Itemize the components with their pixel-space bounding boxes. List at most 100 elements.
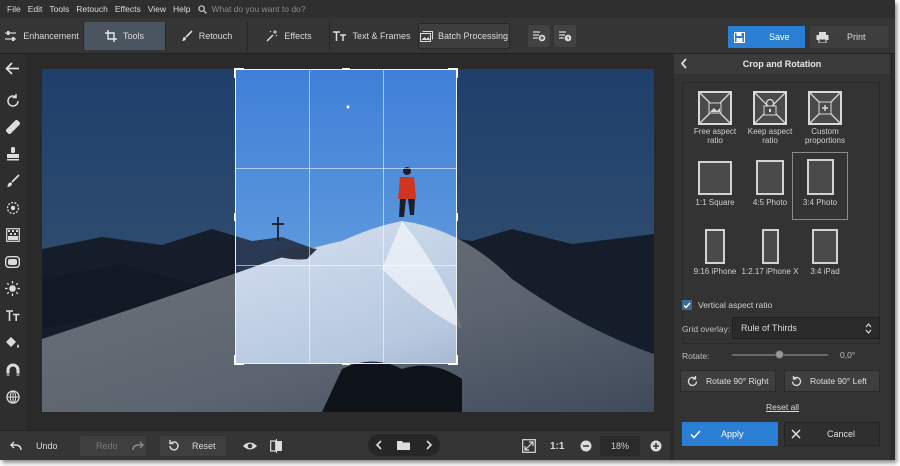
rotate-left-button[interactable]: Rotate 90° Left (784, 370, 880, 392)
edge-handle[interactable] (456, 213, 458, 221)
checkbox[interactable] (682, 300, 692, 310)
ratio-1-2.17[interactable]: 1:2.17 iPhone X (740, 229, 800, 276)
rotate-value: 0,0° (840, 350, 856, 360)
chevron-left-icon[interactable] (680, 58, 688, 69)
menu-tools[interactable]: Tools (49, 4, 69, 14)
ratio-custom[interactable]: Custom proportions (795, 91, 855, 145)
menu-edit[interactable]: Edit (28, 4, 43, 14)
corner-handle[interactable] (234, 355, 236, 365)
zoom-out-button[interactable] (580, 436, 594, 456)
print-label: Print (847, 32, 866, 42)
image-navigator (368, 434, 440, 456)
undo-button[interactable]: Undo (10, 436, 70, 456)
brush-icon[interactable] (4, 172, 21, 189)
rotate-right-icon (687, 375, 698, 386)
brush-icon (181, 30, 193, 41)
light-icon[interactable] (4, 280, 21, 297)
reset-button[interactable]: Reset (160, 436, 226, 456)
main-toolbar: Enhancement Tools Retouch Effects Text &… (0, 18, 895, 54)
slider-knob[interactable] (775, 350, 784, 359)
apply-button[interactable]: Apply (682, 422, 778, 446)
portrait-shape (812, 229, 838, 264)
batch-processing-button[interactable]: Batch Processing (418, 23, 510, 49)
edge-handle[interactable] (342, 363, 350, 365)
folder-icon[interactable] (397, 440, 411, 450)
preview-button[interactable] (242, 436, 260, 456)
layers-plus-icon (533, 31, 546, 42)
edge-handle[interactable] (342, 68, 350, 70)
stamp-icon[interactable] (4, 145, 21, 162)
vertical-aspect-checkbox[interactable]: Vertical aspect ratio (682, 300, 772, 310)
corner-handle[interactable] (234, 68, 236, 78)
vignette-icon[interactable] (4, 253, 21, 270)
grid-line (382, 70, 384, 363)
ratio-label: 9:16 iPhone (693, 267, 737, 276)
magnet-icon[interactable] (4, 361, 21, 378)
ratio-free[interactable]: Free aspect ratio (685, 91, 745, 145)
back-arrow-icon[interactable] (4, 60, 21, 77)
cancel-label: Cancel (827, 429, 856, 439)
zoom-in-button[interactable] (650, 436, 664, 456)
text-icon[interactable] (4, 307, 21, 324)
gradient-icon[interactable] (4, 226, 21, 243)
ratio-keep[interactable]: Keep aspect ratio (740, 91, 800, 145)
ratio-4-5[interactable]: 4:5 Photo (740, 159, 800, 207)
app-window: File Edit Tools Retouch Effects View Hel… (0, 0, 895, 460)
menu-file[interactable]: File (7, 4, 21, 14)
globe-icon[interactable] (4, 388, 21, 405)
reset-all-link[interactable]: Reset all (766, 402, 799, 412)
healing-icon[interactable] (4, 118, 21, 135)
rotate-left-icon (791, 375, 802, 386)
fit-screen-button[interactable] (522, 436, 538, 456)
menu-help[interactable]: Help (173, 4, 190, 14)
updown-arrows-icon (865, 323, 872, 334)
tab-retouch[interactable]: Retouch (166, 22, 248, 50)
free-aspect-icon (698, 91, 732, 125)
ratio-3-4-photo[interactable]: 3:4 Photo (792, 152, 848, 220)
actual-size-button[interactable]: 1:1 (550, 436, 570, 456)
menu-effects[interactable]: Effects (115, 4, 141, 14)
cancel-button[interactable]: Cancel (784, 422, 880, 446)
radial-icon[interactable] (4, 199, 21, 216)
grid-line (236, 265, 456, 267)
tab-enhancement[interactable]: Enhancement (0, 22, 84, 50)
rotate-left-label: Rotate 90° Left (810, 376, 867, 386)
menu-retouch[interactable]: Retouch (76, 4, 108, 14)
sliders-icon (5, 31, 17, 41)
ratio-9-16[interactable]: 9:16 iPhone (685, 229, 745, 276)
corner-handle[interactable] (456, 355, 458, 365)
add-layer-button[interactable] (528, 25, 550, 47)
history-button[interactable] (554, 25, 576, 47)
chevron-right-icon[interactable] (425, 440, 433, 450)
rotate-slider[interactable] (732, 350, 828, 359)
search-box[interactable]: What do you want to do? (198, 4, 306, 14)
crop-frame[interactable] (234, 68, 458, 365)
tab-text-frames[interactable]: Text & Frames (330, 22, 414, 50)
portrait-shape (806, 159, 834, 195)
menu-view[interactable]: View (148, 4, 166, 14)
corner-handle[interactable] (456, 68, 458, 78)
print-button[interactable]: Print (810, 26, 888, 48)
tab-tools[interactable]: Tools (84, 22, 166, 50)
redo-button[interactable]: Redo (80, 436, 146, 456)
plus-circle-icon (650, 440, 662, 452)
tab-effects[interactable]: Effects (248, 22, 330, 50)
rotate-right-button[interactable]: Rotate 90° Right (680, 370, 776, 392)
compare-button[interactable] (270, 436, 286, 456)
grid-overlay-select[interactable]: Rule of Thirds (732, 317, 880, 339)
crop-shade-right (457, 69, 654, 412)
save-button[interactable]: Save (728, 26, 805, 48)
tab-label: Enhancement (23, 31, 79, 41)
chevron-left-icon[interactable] (375, 440, 383, 450)
fill-bucket-icon[interactable] (4, 334, 21, 351)
tab-label: Text & Frames (352, 31, 411, 41)
bottom-bar: Undo Redo Reset 1:1 18% (0, 430, 670, 460)
ratio-1-1[interactable]: 1:1 Square (685, 159, 745, 207)
zoom-level[interactable]: 18% (600, 436, 640, 456)
vertical-aspect-label: Vertical aspect ratio (698, 300, 773, 310)
menu-bar: File Edit Tools Retouch Effects View Hel… (0, 0, 895, 18)
ratio-label: Keep aspect ratio (747, 127, 793, 145)
rotate-icon[interactable] (4, 92, 21, 109)
edge-handle[interactable] (234, 213, 236, 221)
ratio-3-4-ipad[interactable]: 3:4 iPad (795, 229, 855, 276)
